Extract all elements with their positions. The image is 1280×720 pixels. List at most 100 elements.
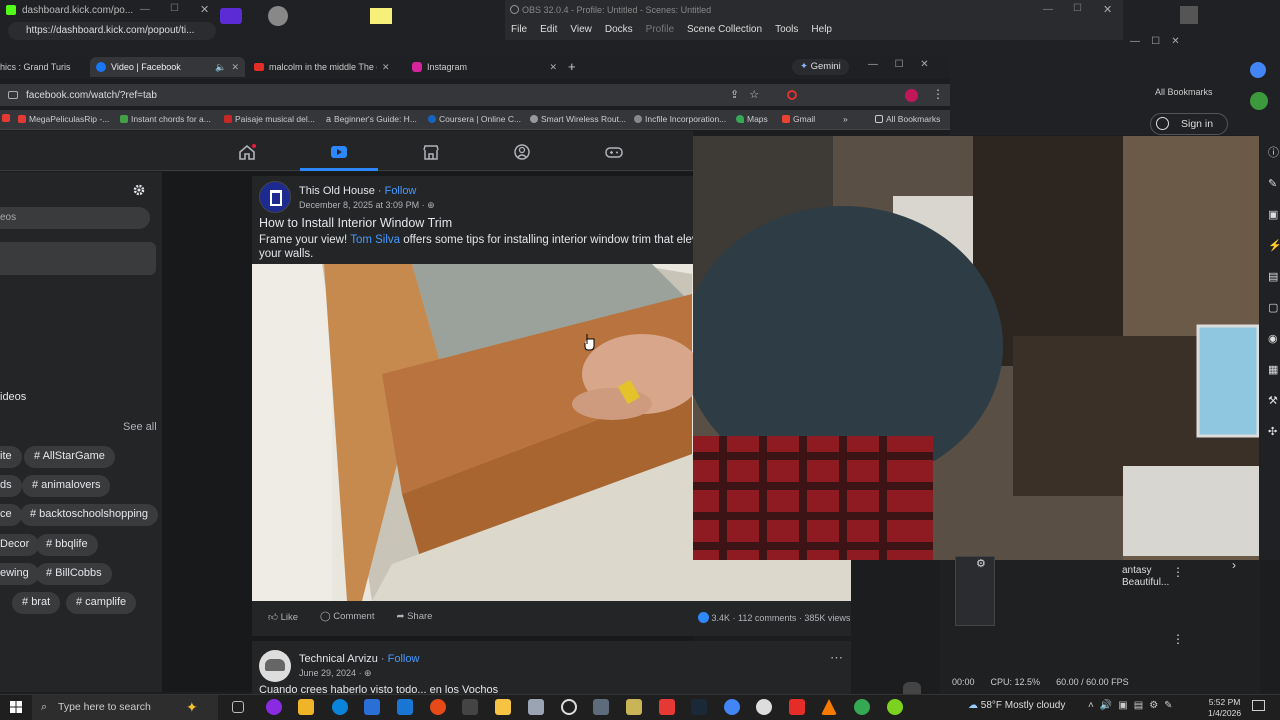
hashtag-chip[interactable]: ewing	[0, 563, 39, 585]
tab-instagram[interactable]: Instagram ✕	[412, 57, 557, 77]
app-icon[interactable]	[266, 699, 282, 715]
tab-grand-turismo[interactable]: hics : Grand Turis	[0, 57, 71, 77]
hashtag-chip[interactable]: # brat	[12, 592, 61, 614]
app-icon[interactable]	[626, 699, 642, 715]
saved-videos-label[interactable]: ideos	[0, 391, 26, 403]
minimize-icon[interactable]: —	[1043, 4, 1053, 15]
reaction-count[interactable]: 3.4K	[712, 613, 731, 623]
edit-icon[interactable]	[903, 682, 921, 694]
close-icon[interactable]: ✕	[1103, 3, 1112, 16]
watch-icon[interactable]	[330, 144, 348, 160]
app-icon[interactable]	[430, 699, 446, 715]
new-tab-icon[interactable]: +	[568, 59, 576, 74]
hashtag-chip[interactable]: # AllStarGame	[24, 446, 115, 468]
hashtag-chip[interactable]: Decor	[0, 534, 40, 556]
tab-facebook[interactable]: Video | Facebook 🔈 ✕	[90, 57, 245, 77]
maximize-icon[interactable]: ☐	[170, 3, 179, 14]
app-icon[interactable]	[528, 699, 544, 715]
menu-profile[interactable]: Profile	[646, 24, 674, 35]
hashtag-chip[interactable]: ite	[0, 446, 22, 468]
bookmark-item[interactable]: a Beginner's Guide: H...	[326, 114, 417, 124]
app-icon[interactable]	[561, 699, 577, 715]
avatar[interactable]	[259, 181, 291, 213]
post-author[interactable]: Technical Arvizu	[299, 653, 378, 665]
kick-popout-window[interactable]: dashboard.kick.com/po... — ☐ ✕ https://d…	[0, 0, 220, 46]
windows-start-icon[interactable]	[10, 701, 22, 713]
close-tab-icon[interactable]: ✕	[231, 62, 239, 73]
clock[interactable]: 5:52 PM 1/4/2026	[1208, 697, 1241, 719]
sidebar-item-active[interactable]	[0, 242, 156, 275]
menu-edit[interactable]: Edit	[540, 24, 557, 35]
close-tab-icon[interactable]: ✕	[382, 62, 390, 73]
hashtag-chip[interactable]: # backtoschoolshopping	[20, 504, 159, 526]
hashtag-chip[interactable]: # animalovers	[22, 475, 111, 497]
close-tab-icon[interactable]: ✕	[549, 62, 557, 73]
bookmark-item[interactable]: Incfile Incorporation...	[634, 114, 726, 124]
groups-icon[interactable]	[513, 144, 531, 160]
comment-count[interactable]: 112 comments	[738, 613, 796, 623]
bookmark-item[interactable]	[2, 114, 10, 122]
follow-button[interactable]: Follow	[388, 653, 420, 665]
chrome-icon[interactable]	[724, 699, 740, 715]
steam-icon[interactable]	[691, 699, 707, 715]
task-view-icon[interactable]	[232, 701, 244, 713]
avatar[interactable]	[259, 650, 291, 682]
menu-view[interactable]: View	[570, 24, 592, 35]
menu-tools[interactable]: Tools	[775, 24, 798, 35]
gear-icon[interactable]: ⚙	[976, 557, 986, 570]
youtube-icon[interactable]	[789, 699, 805, 715]
bookmark-item[interactable]: Paisaje musical del...	[224, 114, 315, 124]
gemini-button[interactable]: ✦ Gemini	[792, 59, 849, 75]
menu-help[interactable]: Help	[811, 24, 832, 35]
follow-button[interactable]: Follow	[385, 185, 417, 197]
marketplace-icon[interactable]	[422, 144, 440, 160]
extension-icon[interactable]	[787, 90, 797, 100]
menu-docks[interactable]: Docks	[605, 24, 633, 35]
see-all-link[interactable]: See all	[123, 421, 157, 433]
hashtag-chip[interactable]: # camplife	[66, 592, 137, 614]
kebab-menu-icon[interactable]: ⋮	[1172, 565, 1184, 579]
bookmark-item[interactable]: Maps	[736, 114, 768, 124]
bookmark-item[interactable]: Smart Wireless Rout...	[530, 114, 626, 124]
all-bookmarks-right[interactable]: All Bookmarks	[1155, 87, 1213, 97]
bookmark-item[interactable]: Instant chords for a...	[120, 114, 211, 124]
all-bookmarks[interactable]: All Bookmarks	[875, 114, 940, 124]
mention-link[interactable]: Tom Silva	[350, 234, 400, 246]
speaker-icon[interactable]: 🔈	[215, 62, 226, 73]
menu-file[interactable]: File	[511, 24, 527, 35]
share-button[interactable]: ➦ Share	[396, 611, 432, 623]
hashtag-chip[interactable]: # bbqlife	[36, 534, 98, 556]
more-bookmarks-icon[interactable]: »	[843, 114, 848, 124]
like-button[interactable]: 👍︎ Like	[268, 611, 298, 623]
obs-icon[interactable]	[756, 699, 772, 715]
obs-source-list[interactable]	[955, 556, 995, 626]
right-dock-icons[interactable]: ⓘ ✎ ▣ ⚡ ▤ ▢ ◉ ▦ ⚒ ✣	[1268, 138, 1280, 448]
bookmark-item[interactable]: Coursera | Online C...	[428, 114, 521, 124]
edge-icon[interactable]	[332, 699, 348, 715]
post-date-text[interactable]: December 8, 2025 at 3:09 PM	[299, 200, 419, 210]
side-card[interactable]: antasy Beautiful...	[1122, 565, 1169, 589]
minimize-icon[interactable]: —	[140, 4, 150, 15]
tab-youtube[interactable]: malcolm in the middle The gre ✕	[254, 57, 399, 77]
kick-url-field[interactable]: https://dashboard.kick.com/popout/ti...	[8, 22, 216, 40]
comment-button[interactable]: ◯ Comment	[320, 611, 374, 623]
file-explorer-icon[interactable]	[298, 699, 314, 715]
post-date-text[interactable]: June 29, 2024	[299, 668, 356, 678]
home-icon[interactable]	[238, 144, 256, 160]
system-tray-icons[interactable]: ˄🔊▣▤⚙✎	[1088, 700, 1179, 711]
profile-avatar[interactable]	[905, 89, 918, 102]
outlook-icon[interactable]	[397, 699, 413, 715]
address-bar[interactable]: facebook.com/watch/?ref=tab	[26, 90, 157, 101]
kebab-menu-icon[interactable]: ⋮	[1172, 632, 1184, 646]
hashtag-chip[interactable]: ce	[0, 504, 22, 526]
window-controls[interactable]: — ☐ ✕	[1130, 36, 1180, 47]
toolbar-icons[interactable]: ⇪☆	[730, 88, 769, 101]
app-icon[interactable]	[364, 699, 380, 715]
sidebar-search[interactable]: eos	[0, 207, 150, 229]
notifications-icon[interactable]	[1252, 700, 1265, 711]
bookmark-item[interactable]: Gmail	[782, 114, 815, 124]
post-author[interactable]: This Old House	[299, 185, 375, 197]
close-icon[interactable]: ✕	[200, 3, 209, 16]
window-controls[interactable]: — ☐ ✕	[868, 59, 929, 70]
app-icon[interactable]	[659, 699, 675, 715]
